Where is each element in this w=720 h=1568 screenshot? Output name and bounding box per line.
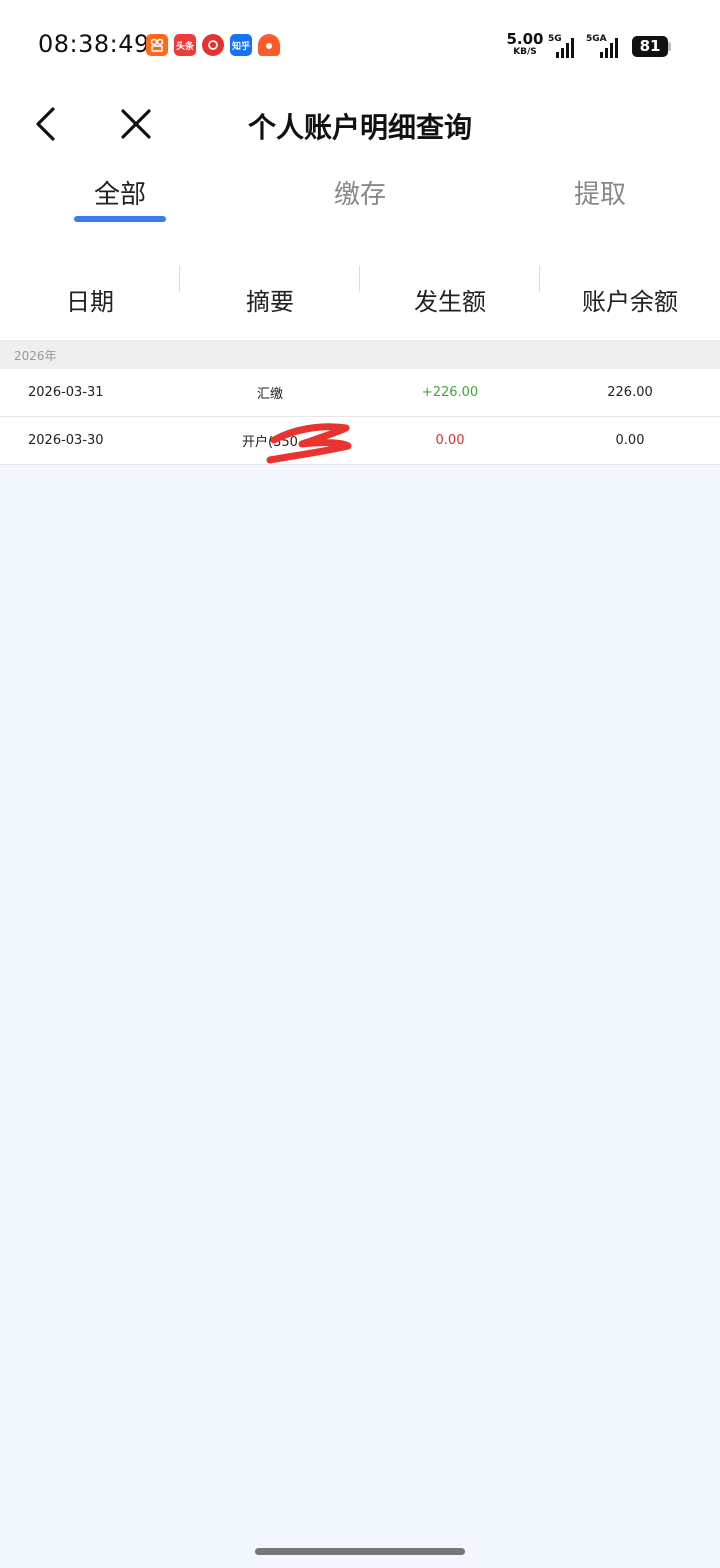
- signal-5ga-icon: 5GA: [586, 34, 626, 58]
- column-header-date: 日期: [0, 262, 180, 334]
- status-bar: 08:38:49 头条 知乎 5.00 KB/S 5G 5GA 81: [0, 0, 720, 94]
- tab-deposit[interactable]: 缴存: [240, 160, 480, 230]
- year-group-header: 2026年: [0, 340, 720, 369]
- tab-bar: 全部 缴存 提取: [0, 160, 720, 230]
- row-summary: 汇缴: [256, 387, 283, 402]
- row-balance: 0.00: [615, 433, 645, 448]
- battery-indicator: 81: [632, 36, 668, 57]
- row-amount: +226.00: [421, 385, 479, 400]
- tab-all-label: 全部: [93, 180, 146, 210]
- table-header: 日期 摘要 发生额 账户余额: [0, 262, 720, 334]
- column-header-balance: 账户余额: [582, 288, 678, 316]
- tab-active-indicator: [74, 216, 166, 222]
- tab-withdraw[interactable]: 提取: [480, 160, 720, 230]
- row-balance: 226.00: [607, 385, 653, 400]
- toutiao-icon: 头条: [174, 34, 196, 56]
- kuaishou-icon: [146, 34, 168, 56]
- tab-withdraw-label: 提取: [573, 180, 626, 210]
- status-time: 08:38:49: [38, 30, 150, 58]
- alarm-app-icon: [258, 34, 280, 56]
- column-header-summary: 摘要: [180, 262, 360, 334]
- tab-all[interactable]: 全部: [0, 160, 240, 230]
- row-date: 2026-03-30: [28, 433, 104, 448]
- row-date: 2026-03-31: [28, 385, 104, 400]
- tab-deposit-label: 缴存: [333, 180, 386, 210]
- home-indicator[interactable]: [255, 1548, 465, 1555]
- back-button[interactable]: [24, 100, 68, 148]
- zhihu-icon: 知乎: [230, 34, 252, 56]
- table-row[interactable]: 2026-03-31 汇缴 +226.00 226.00: [0, 369, 720, 417]
- close-icon: [121, 109, 151, 139]
- row-amount: 0.00: [435, 433, 465, 448]
- table-row[interactable]: 2026-03-30 开户(350 0.00 0.00: [0, 417, 720, 465]
- year-label: 2026年: [14, 349, 57, 363]
- network-speed: 5.00 KB/S: [506, 30, 544, 57]
- column-header-amount: 发生额: [360, 262, 540, 334]
- battery-tip: [668, 42, 671, 51]
- chevron-left-icon: [36, 107, 55, 141]
- signal-5g-icon: 5G: [548, 34, 578, 58]
- video-app-icon: [202, 34, 224, 56]
- row-summary: 开户(350: [242, 435, 298, 450]
- notification-icons: 头条 知乎: [146, 34, 280, 56]
- close-button[interactable]: [112, 100, 160, 148]
